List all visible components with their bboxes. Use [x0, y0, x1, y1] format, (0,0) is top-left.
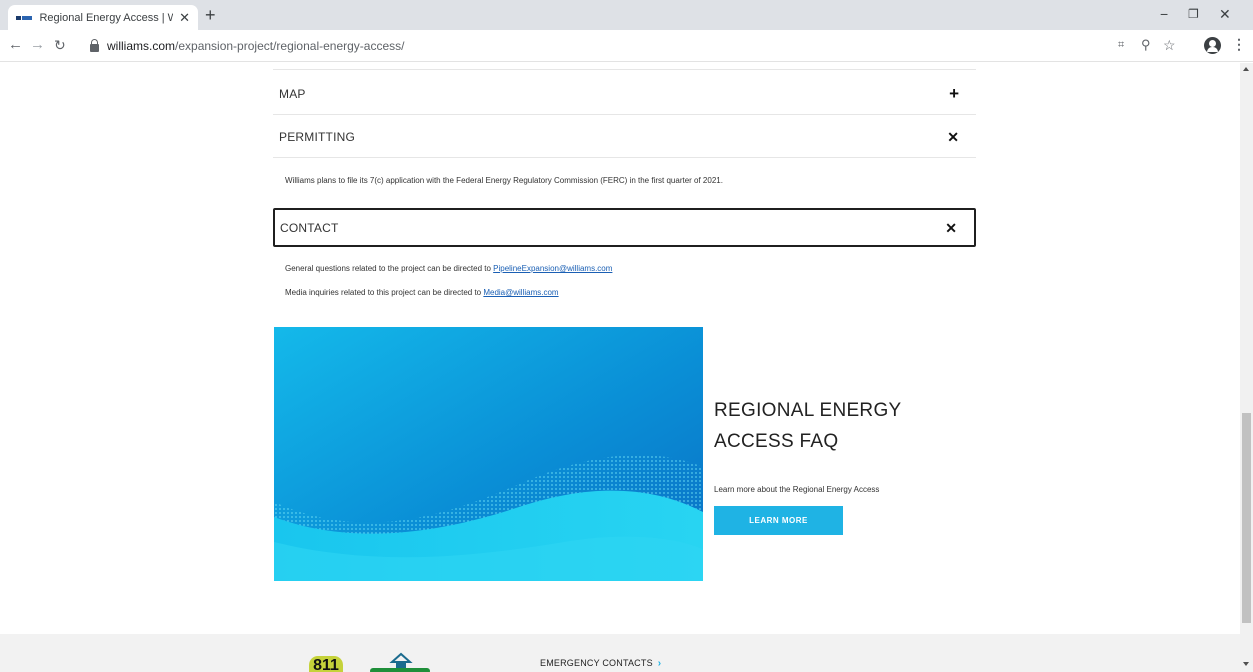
call-811-logo: 811: [309, 656, 343, 672]
url-text: williams.com/expansion-project/regional-…: [107, 39, 404, 53]
faq-description: Learn more about the Regional Energy Acc…: [714, 485, 880, 494]
page-footer: 811 EMERGENCY CONTACTS ›: [0, 634, 1240, 672]
accordion-label: MAP: [279, 86, 306, 101]
permitting-text: Williams plans to file its 7(c) applicat…: [285, 176, 723, 185]
forward-arrow-icon[interactable]: →: [30, 37, 45, 53]
zoom-icon[interactable]: ⚲: [1141, 37, 1151, 53]
williams-favicon-icon: [16, 14, 33, 22]
accordion-map[interactable]: MAP +: [273, 73, 976, 115]
scroll-up-icon[interactable]: [1243, 67, 1249, 71]
accordion-label: PERMITTING: [279, 129, 355, 144]
restore-icon[interactable]: ❐: [1188, 6, 1199, 22]
contact-general-prefix: General questions related to the project…: [285, 264, 494, 273]
faq-hero-image: [274, 327, 703, 581]
scroll-down-icon[interactable]: [1243, 662, 1249, 666]
new-tab-icon[interactable]: +: [205, 6, 216, 24]
contact-general-text: General questions related to the project…: [285, 264, 612, 273]
scroll-thumb[interactable]: [1242, 413, 1251, 623]
chevron-right-icon: ›: [657, 658, 662, 669]
pipeline-expansion-email-link[interactable]: PipelineExpansion@williams.com: [493, 264, 612, 273]
window-close-icon[interactable]: ✕: [1219, 6, 1231, 22]
contact-media-text: Media inquiries related to this project …: [285, 288, 559, 297]
divider: [273, 69, 976, 70]
contact-media-prefix: Media inquiries related to this project …: [285, 288, 484, 297]
url-domain: williams.com: [107, 39, 176, 53]
lock-icon: [90, 38, 99, 52]
accordion-contact[interactable]: CONTACT ✕: [273, 208, 976, 247]
browser-toolbar: ← → ↻ williams.com/expansion-project/reg…: [0, 30, 1253, 62]
minimize-icon[interactable]: −: [1160, 6, 1168, 22]
tab-title: Regional Energy Access | William: [39, 11, 174, 24]
faq-title: REGIONAL ENERGY ACCESS FAQ: [714, 400, 902, 452]
reload-icon[interactable]: ↻: [54, 37, 66, 53]
emergency-contacts-link[interactable]: EMERGENCY CONTACTS ›: [540, 658, 661, 669]
tab-close-icon[interactable]: ✕: [179, 11, 190, 24]
partner-logo: [360, 652, 460, 672]
bookmark-star-icon[interactable]: ☆: [1163, 37, 1176, 53]
collapse-x-icon: ✕: [945, 219, 957, 236]
page-viewport: MAP + PERMITTING ✕ Williams plans to fil…: [0, 63, 1240, 672]
media-email-link[interactable]: Media@williams.com: [483, 288, 558, 297]
browser-tab[interactable]: Regional Energy Access | William ✕: [8, 5, 198, 30]
back-arrow-icon[interactable]: ←: [8, 37, 23, 53]
collapse-x-icon: ✕: [947, 128, 959, 145]
profile-avatar-icon[interactable]: [1204, 37, 1221, 54]
accordion-label: CONTACT: [280, 220, 339, 235]
learn-more-button[interactable]: LEARN MORE: [714, 506, 843, 535]
expand-plus-icon: +: [949, 84, 959, 103]
emergency-contacts-label: EMERGENCY CONTACTS: [540, 658, 653, 668]
page-scrollbar[interactable]: [1240, 63, 1253, 672]
browser-tab-bar: Regional Energy Access | William ✕ + − ❐…: [0, 0, 1253, 30]
accordion-permitting[interactable]: PERMITTING ✕: [273, 116, 976, 158]
qr-code-icon[interactable]: ⌗: [1118, 37, 1124, 53]
menu-kebab-icon[interactable]: ⋮: [1232, 36, 1246, 52]
address-bar[interactable]: williams.com/expansion-project/regional-…: [90, 35, 1090, 57]
url-path: /expansion-project/regional-energy-acces…: [175, 39, 405, 53]
